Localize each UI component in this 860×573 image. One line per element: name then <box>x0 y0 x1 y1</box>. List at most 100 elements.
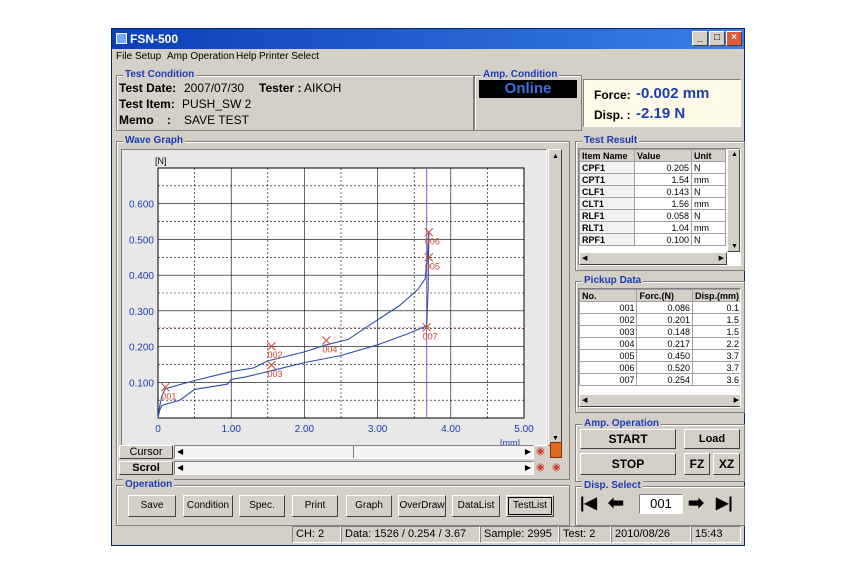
scroll-slider[interactable]: ◀ ▶ <box>174 461 534 475</box>
cell-item-name[interactable]: CPT1 <box>579 173 635 186</box>
table-row[interactable]: CPT1 1.54 mm <box>579 173 726 186</box>
col-force[interactable]: Forc.(N) <box>636 289 693 302</box>
table-row[interactable]: RLF1 0.058 N <box>579 209 726 222</box>
cell-unit[interactable]: N <box>691 185 726 198</box>
spec-button[interactable]: Spec. <box>239 495 285 517</box>
cell-disp[interactable]: 0.1 <box>691 301 740 314</box>
table-row[interactable]: 001 0.086 0.1 <box>579 301 740 314</box>
cell-item-name[interactable]: CLF1 <box>579 185 635 198</box>
col-unit[interactable]: Unit <box>691 149 726 162</box>
cell-no[interactable]: 005 <box>579 349 638 362</box>
table-row[interactable]: CLF1 0.143 N <box>579 185 726 198</box>
cell-item-name[interactable]: CPF1 <box>579 161 635 174</box>
fz-button[interactable]: FZ <box>684 453 710 475</box>
table-row[interactable]: RPF1 0.100 N <box>579 233 726 246</box>
test-result-vscroll[interactable]: ▲ ▼ <box>727 149 740 252</box>
cell-force[interactable]: 0.086 <box>636 301 693 314</box>
cell-value[interactable]: 0.058 <box>634 209 692 222</box>
cell-value[interactable]: 1.04 <box>634 221 692 234</box>
test-result-hscroll[interactable]: ◀ ▶ <box>579 252 727 265</box>
pickup-hscroll[interactable]: ◀ ▶ <box>579 394 740 407</box>
close-button[interactable]: × <box>726 31 742 46</box>
print-button[interactable]: Print <box>292 495 338 517</box>
cell-force[interactable]: 0.148 <box>636 325 693 338</box>
scroll-left-icon[interactable]: ◀ <box>582 254 587 262</box>
cell-force[interactable]: 0.450 <box>636 349 693 362</box>
cell-disp[interactable]: 3.7 <box>691 349 740 362</box>
minimize-button[interactable]: _ <box>692 31 708 46</box>
col-no[interactable]: No. <box>579 289 638 302</box>
table-row[interactable]: 003 0.148 1.5 <box>579 325 740 338</box>
table-row[interactable]: 006 0.520 3.7 <box>579 361 740 374</box>
table-row[interactable]: RLT1 1.04 mm <box>579 221 726 234</box>
cell-disp[interactable]: 3.7 <box>691 361 740 374</box>
start-button[interactable]: START <box>580 429 676 449</box>
maximize-button[interactable]: □ <box>709 31 725 46</box>
cell-value[interactable]: 0.205 <box>634 161 692 174</box>
menu-setup[interactable]: Setup <box>135 51 161 62</box>
table-row[interactable]: 004 0.217 2.2 <box>579 337 740 350</box>
cell-no[interactable]: 004 <box>579 337 638 350</box>
menu-amp-operation[interactable]: Amp Operation <box>167 51 234 62</box>
scroll-down-icon[interactable]: ▼ <box>552 435 559 442</box>
first-icon[interactable]: |◀ <box>580 493 597 513</box>
cursor-thumb[interactable] <box>353 446 354 458</box>
testlist-button[interactable]: TestList <box>506 495 554 517</box>
cell-value[interactable]: 0.100 <box>634 233 692 246</box>
menu-help[interactable]: Help <box>236 51 257 62</box>
menu-file[interactable]: File <box>116 51 132 62</box>
table-row[interactable]: 007 0.254 3.6 <box>579 373 740 386</box>
scroll-left-icon[interactable]: ◀ <box>177 463 183 472</box>
scroll-right-icon[interactable]: ▶ <box>719 254 724 262</box>
graph-vscroll[interactable]: ▲ ▼ <box>548 149 562 446</box>
cell-unit[interactable]: mm <box>691 197 726 210</box>
table-row[interactable]: 002 0.201 1.5 <box>579 313 740 326</box>
cell-value[interactable]: 0.143 <box>634 185 692 198</box>
cell-item-name[interactable]: CLT1 <box>579 197 635 210</box>
next-arrow-icon[interactable]: ➡ <box>688 492 704 515</box>
col-item-name[interactable]: Item Name <box>579 149 635 162</box>
table-row[interactable]: 005 0.450 3.7 <box>579 349 740 362</box>
scroll-right-icon[interactable]: ▶ <box>525 463 531 472</box>
cell-disp[interactable]: 3.6 <box>691 373 740 386</box>
cell-value[interactable]: 1.54 <box>634 173 692 186</box>
cell-force[interactable]: 0.217 <box>636 337 693 350</box>
datalist-button[interactable]: DataList <box>452 495 500 517</box>
col-value[interactable]: Value <box>634 149 692 162</box>
cell-disp[interactable]: 1.5 <box>691 325 740 338</box>
table-row[interactable]: CLT1 1.56 mm <box>579 197 726 210</box>
scroll-down-icon[interactable]: ▼ <box>731 243 738 250</box>
title-bar[interactable]: FSN-500 _ □ × <box>112 29 744 49</box>
cell-item-name[interactable]: RLT1 <box>579 221 635 234</box>
cell-disp[interactable]: 2.2 <box>691 337 740 350</box>
menu-printer-select[interactable]: Printer Select <box>259 51 319 62</box>
disp-select-value[interactable]: 001 <box>639 494 683 514</box>
cell-force[interactable]: 0.254 <box>636 373 693 386</box>
prev-arrow-icon[interactable]: ⬅ <box>608 492 624 515</box>
condition-button[interactable]: Condition <box>183 495 233 517</box>
cell-force[interactable]: 0.520 <box>636 361 693 374</box>
cell-no[interactable]: 003 <box>579 325 638 338</box>
scroll-up-icon[interactable]: ▲ <box>552 153 559 160</box>
save-button[interactable]: Save <box>128 495 176 517</box>
table-row[interactable]: CPF1 0.205 N <box>579 161 726 174</box>
cell-unit[interactable]: N <box>691 161 726 174</box>
cursor-slider[interactable]: ◀ ▶ <box>174 445 534 459</box>
last-icon[interactable]: ▶| <box>716 493 733 513</box>
scroll-right-icon[interactable]: ▶ <box>734 396 739 404</box>
cell-value[interactable]: 1.56 <box>634 197 692 210</box>
cell-no[interactable]: 001 <box>579 301 638 314</box>
scroll-up-icon[interactable]: ▲ <box>731 151 738 158</box>
cell-item-name[interactable]: RLF1 <box>579 209 635 222</box>
marker-flag-icon[interactable] <box>550 442 562 458</box>
overdraw-button[interactable]: OverDraw <box>398 495 446 517</box>
scroll-target-icon[interactable]: ◉ <box>536 462 545 473</box>
cursor-left-icon[interactable]: ◀ <box>177 447 183 456</box>
graph-button[interactable]: Graph <box>346 495 392 517</box>
cursor-target-icon[interactable]: ◉ <box>536 446 545 457</box>
cell-unit[interactable]: mm <box>691 221 726 234</box>
cell-no[interactable]: 007 <box>579 373 638 386</box>
cell-no[interactable]: 002 <box>579 313 638 326</box>
scroll-target-icon-2[interactable]: ◉ <box>552 462 561 473</box>
xz-button[interactable]: XZ <box>713 453 740 475</box>
